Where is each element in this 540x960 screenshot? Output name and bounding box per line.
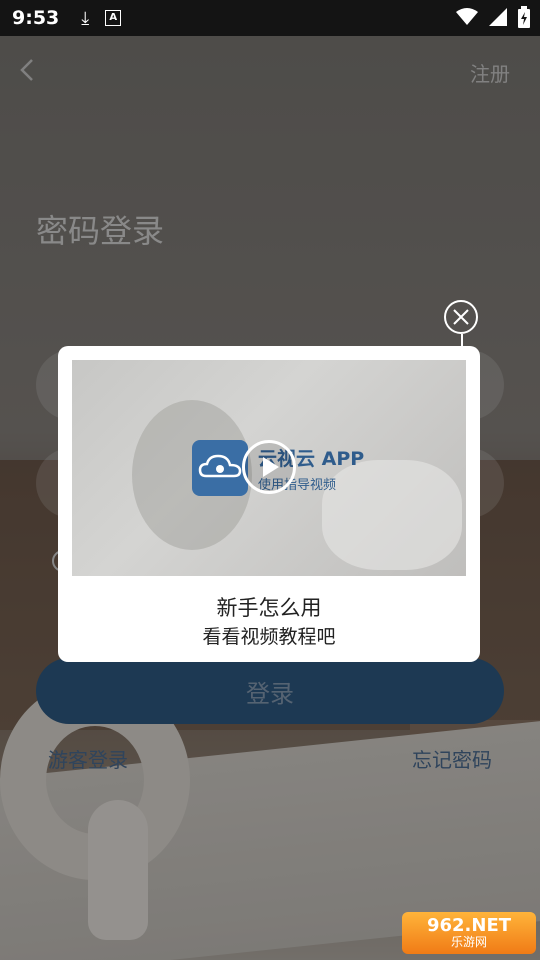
thumbnail-decor	[322, 460, 462, 570]
play-icon	[263, 457, 279, 477]
signal-icon	[489, 8, 507, 26]
status-time: 9:53	[12, 7, 60, 29]
app-screen: 9:53 ⤓ A 注册 密码登录 登录 游客登录 忘记密码 云视云 APP 使用…	[0, 0, 540, 960]
video-thumbnail[interactable]: 云视云 APP 使用指导视频	[72, 360, 466, 576]
cloud-eye-icon	[198, 454, 242, 478]
status-icons	[456, 6, 530, 28]
close-icon	[453, 309, 469, 325]
dialog-title: 新手怎么用	[216, 596, 322, 620]
close-dialog-button[interactable]	[444, 300, 478, 334]
watermark-main: 962.NET	[426, 915, 512, 936]
download-icon: ⤓	[81, 7, 90, 29]
dialog-subtitle: 看看视频教程吧	[202, 626, 336, 648]
wifi-icon	[456, 8, 478, 25]
battery-icon	[518, 6, 530, 28]
tutorial-dialog: 云视云 APP 使用指导视频 新手怎么用 看看视频教程吧	[58, 346, 480, 662]
font-icon: A	[105, 10, 122, 26]
app-logo	[192, 440, 248, 496]
status-bar: 9:53 ⤓ A	[0, 0, 540, 36]
site-watermark-logo: 962.NET 乐游网	[402, 912, 536, 954]
close-connector	[461, 334, 463, 346]
play-button[interactable]	[242, 440, 296, 494]
watermark-sub: 乐游网	[450, 935, 487, 949]
